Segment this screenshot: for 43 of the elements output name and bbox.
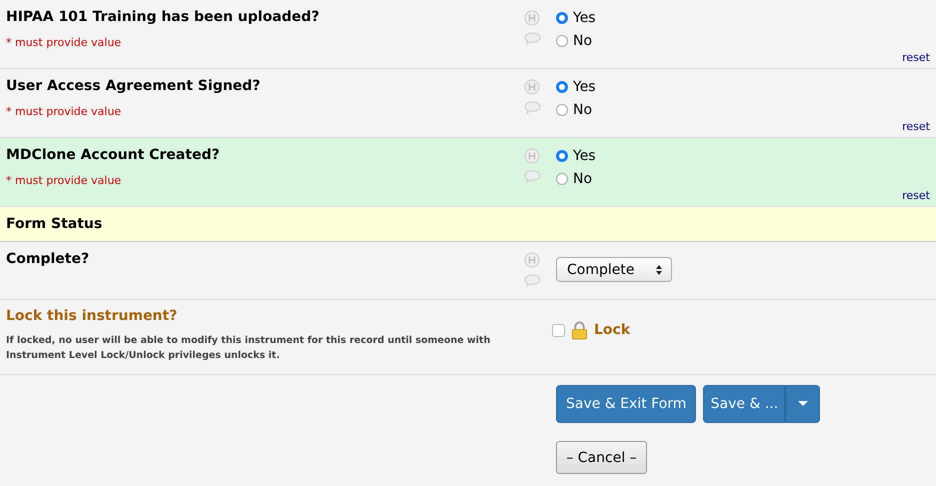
option-label: No <box>573 32 592 48</box>
save-exit-button[interactable]: Save & Exit Form <box>556 385 696 423</box>
comment-icon[interactable] <box>524 101 540 114</box>
required-note: * must provide value <box>6 174 122 187</box>
question-label: HIPAA 101 Training has been uploaded? <box>6 8 320 26</box>
help-icon[interactable] <box>524 79 540 95</box>
section-header: Form Status <box>6 216 102 232</box>
question-label: MDClone Account Created? <box>6 146 221 164</box>
comment-icon[interactable] <box>524 32 540 45</box>
cancel-button[interactable]: – Cancel – <box>556 441 647 474</box>
help-icon[interactable] <box>524 10 540 26</box>
option-label: No <box>573 102 592 118</box>
caret-icon <box>798 401 808 407</box>
radio-button[interactable] <box>556 172 568 184</box>
option-label: Yes <box>573 10 596 26</box>
radio-button[interactable] <box>556 34 568 46</box>
lock-title: Lock this instrument? <box>6 308 178 324</box>
option-label: No <box>573 170 592 186</box>
radio-button[interactable] <box>556 150 568 162</box>
up-down-arrows-icon <box>655 264 663 276</box>
status-dropdown[interactable]: Complete <box>556 257 672 282</box>
option-label: Yes <box>573 148 596 164</box>
save-button[interactable]: Save & ... <box>703 385 786 423</box>
reset-link[interactable]: reset <box>902 189 930 202</box>
comment-icon[interactable] <box>524 274 540 287</box>
required-note: * must provide value <box>6 36 122 49</box>
question-label: User Access Agreement Signed? <box>6 77 262 95</box>
lock-label: Lock <box>594 322 630 338</box>
dropdown-button[interactable] <box>785 385 820 423</box>
help-icon[interactable] <box>524 252 540 268</box>
help-icon[interactable] <box>524 148 540 164</box>
lock-description: If locked, no user will be able to modify this instrument for this record until someone with Instrument Level Lock/Unlock privileges unlocks it. <box>6 334 492 363</box>
radio-button[interactable] <box>556 104 568 116</box>
option-label: Yes <box>573 78 596 94</box>
question-label: Complete? <box>6 250 90 268</box>
radio-button[interactable] <box>556 80 568 92</box>
comment-icon[interactable] <box>524 170 540 183</box>
padlock-icon <box>571 320 588 340</box>
radio-button[interactable] <box>556 12 568 24</box>
reset-link[interactable]: reset <box>902 120 930 133</box>
required-note: * must provide value <box>6 105 122 118</box>
reset-link[interactable]: reset <box>902 51 930 64</box>
lock-checkbox[interactable] <box>552 324 565 336</box>
